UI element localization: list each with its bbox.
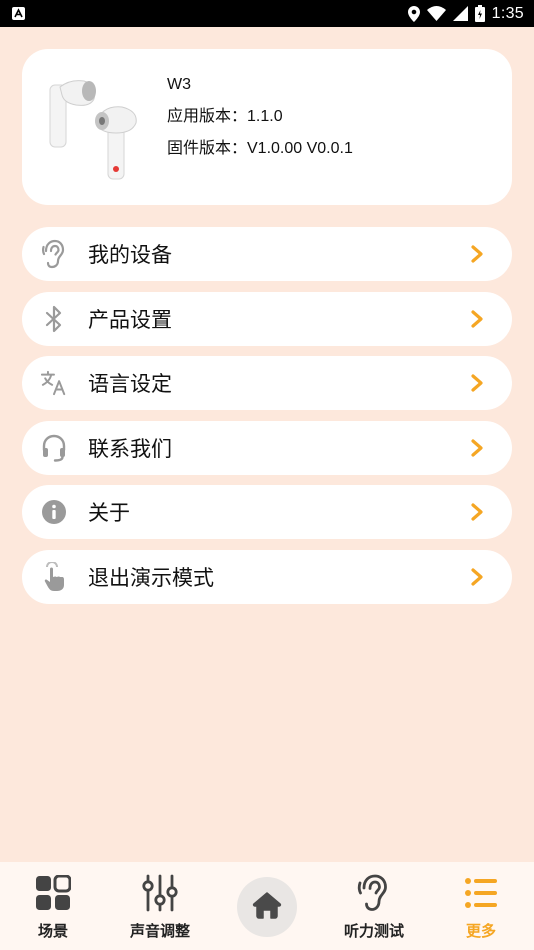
hearing-icon [354, 874, 394, 912]
menu-item-exit-demo[interactable]: 退出演示模式 [22, 549, 512, 604]
device-name: W3 [167, 76, 191, 93]
equalizer-icon [140, 874, 180, 912]
nav-item-more[interactable]: 更多 [455, 862, 507, 950]
battery-icon [474, 5, 485, 22]
nav-label: 听力测试 [343, 922, 404, 940]
menu-item-label: 产品设置 [88, 307, 172, 332]
app-version: 应用版本：1.1.0 [167, 108, 283, 125]
ear-icon [41, 239, 67, 269]
chevron-right-icon [470, 309, 484, 328]
location-icon [407, 5, 420, 22]
nav-label: 场景 [37, 922, 68, 940]
nav-item-scene[interactable]: 场景 [23, 862, 83, 950]
settings-menu: 我的设备 产品设置 语言设定 联系我们 关于 退出演示模式 [22, 227, 512, 615]
chevron-right-icon [470, 503, 484, 521]
grid-icon [33, 874, 73, 912]
info-icon [41, 497, 67, 527]
wifi-icon [426, 6, 446, 21]
status-bar: 1:35 [0, 0, 534, 27]
menu-item-language[interactable]: 语言设定 [22, 356, 512, 411]
menu-item-label: 退出演示模式 [88, 565, 214, 590]
chevron-right-icon [470, 245, 484, 263]
menu-item-my-device[interactable]: 我的设备 [22, 227, 512, 281]
bottom-nav: 场景 声音调整 听力测试 更多 [0, 862, 534, 950]
menu-item-label: 语言设定 [88, 372, 172, 397]
earbuds-image [46, 73, 146, 183]
menu-item-contact-us[interactable]: 联系我们 [22, 420, 512, 475]
menu-item-product-settings[interactable]: 产品设置 [22, 291, 512, 346]
home-icon [252, 891, 282, 923]
nav-label: 更多 [465, 922, 496, 940]
menu-item-label: 联系我们 [88, 436, 172, 461]
notification-icon [12, 7, 25, 20]
chevron-right-icon [470, 439, 484, 457]
bluetooth-icon [41, 304, 67, 334]
firmware-version: 固件版本：V1.0.00 V0.0.1 [167, 140, 353, 157]
chevron-right-icon [470, 374, 484, 392]
menu-item-label: 关于 [88, 501, 130, 526]
chevron-right-icon [470, 568, 484, 586]
headset-icon [41, 433, 67, 463]
touch-icon [41, 561, 67, 592]
list-icon [461, 874, 501, 912]
status-time: 1:35 [491, 4, 524, 22]
translate-icon [41, 368, 67, 398]
menu-item-about[interactable]: 关于 [22, 485, 512, 540]
device-card[interactable]: W3 应用版本：1.1.0 固件版本：V1.0.00 V0.0.1 [22, 49, 512, 205]
nav-label: 声音调整 [129, 922, 190, 940]
signal-icon [452, 6, 468, 21]
menu-item-label: 我的设备 [88, 243, 172, 267]
nav-item-sound-adjust[interactable]: 声音调整 [122, 862, 198, 950]
nav-item-hearing-test[interactable]: 听力测试 [336, 862, 412, 950]
home-button[interactable] [237, 877, 297, 937]
